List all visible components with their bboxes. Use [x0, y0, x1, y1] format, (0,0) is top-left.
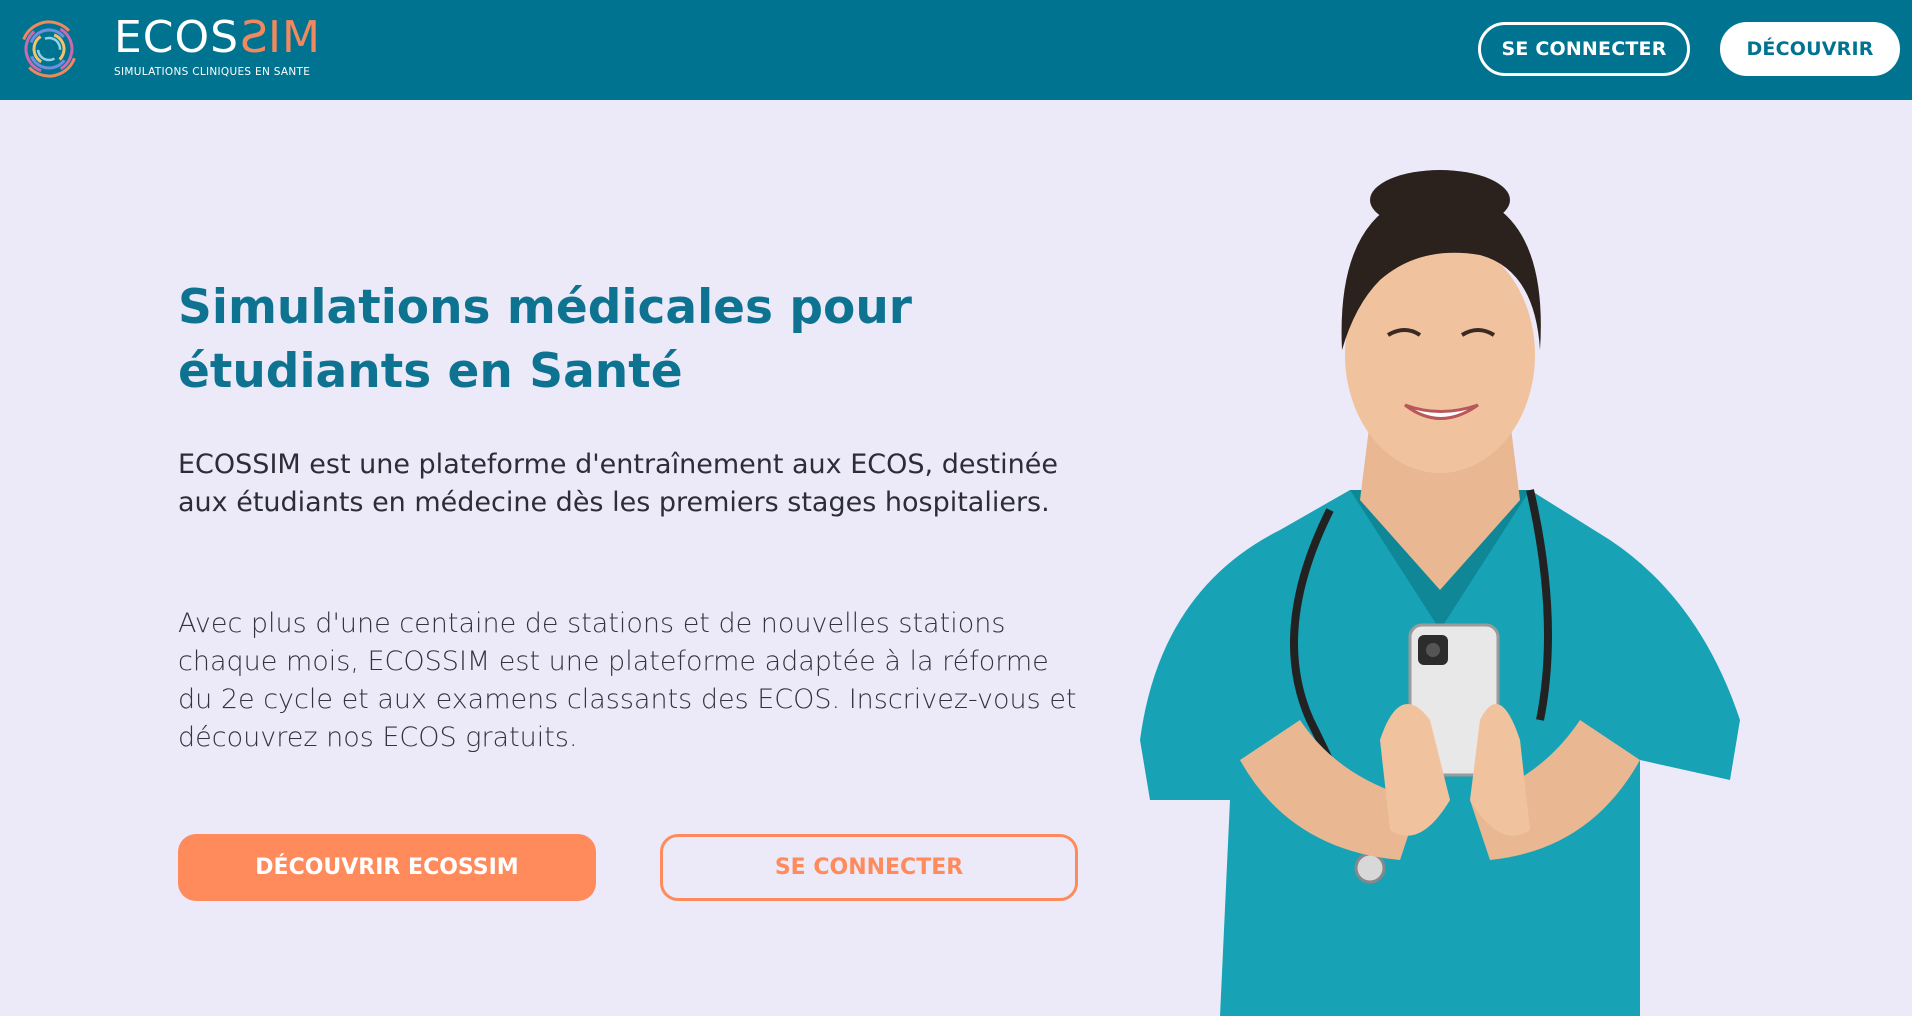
- brand-logo[interactable]: ECOSSIM SIMULATIONS CLINIQUES EN SANTE: [114, 12, 321, 78]
- brand-word-part1: ECOS: [114, 12, 240, 63]
- brand-word-part2: S: [239, 12, 269, 63]
- brand-word-part3: IM: [268, 12, 321, 63]
- top-navigation-bar: ECOSSIM SIMULATIONS CLINIQUES EN SANTE S…: [0, 0, 1912, 100]
- header-discover-button[interactable]: DÉCOUVRIR: [1720, 22, 1900, 76]
- hero-login-button[interactable]: SE CONNECTER: [660, 834, 1078, 901]
- hero-body-text: Avec plus d'une centaine de stations et …: [178, 608, 1077, 753]
- nurse-with-phone-illustration: [1140, 170, 1740, 1016]
- hero-title: Simulations médicales pour étudiants en …: [178, 280, 912, 399]
- discover-ecossim-button[interactable]: DÉCOUVRIR ECOSSIM: [178, 834, 596, 901]
- swirl-logo-icon[interactable]: [18, 18, 80, 80]
- brand-wordmark: ECOSSIM: [114, 12, 321, 63]
- hero-lead-text: ECOSSIM est une plateforme d'entraînemen…: [178, 449, 1058, 518]
- header-login-button[interactable]: SE CONNECTER: [1478, 22, 1690, 76]
- brand-tagline: SIMULATIONS CLINIQUES EN SANTE: [114, 66, 311, 78]
